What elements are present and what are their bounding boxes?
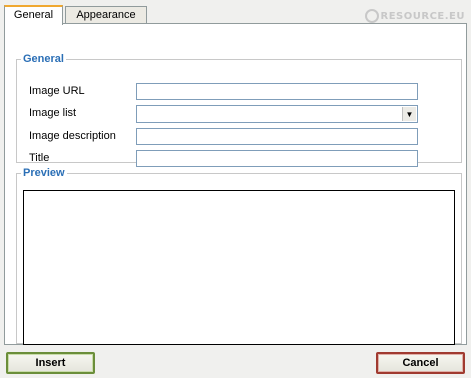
preview-legend: Preview (23, 167, 65, 179)
chevron-down-icon[interactable]: ▼ (402, 107, 416, 121)
brand-mark-icon (364, 9, 379, 23)
title-row: Title (29, 150, 449, 168)
title-input[interactable] (136, 150, 418, 167)
tab-appearance[interactable]: Appearance (65, 6, 147, 24)
image-url-input[interactable] (136, 83, 418, 100)
image-list-row: Image list ▼ (29, 105, 449, 123)
title-label: Title (29, 152, 50, 164)
image-description-row: Image description (29, 128, 449, 146)
image-url-row: Image URL (29, 83, 449, 101)
image-description-input[interactable] (136, 128, 418, 145)
preview-fieldset: Preview (16, 167, 462, 345)
general-fieldset: General Image URL Image list ▼ Image des… (16, 53, 462, 167)
brand-logo: RESOURCE.EU (364, 9, 465, 23)
general-legend: General (23, 53, 64, 65)
preview-area (23, 190, 455, 345)
cancel-button[interactable]: Cancel (376, 352, 465, 374)
image-description-label: Image description (29, 130, 116, 142)
insert-button[interactable]: Insert (6, 352, 95, 374)
brand-text: RESOURCE.EU (380, 10, 465, 22)
tab-general[interactable]: General (4, 5, 63, 25)
image-list-select[interactable]: ▼ (136, 105, 418, 123)
tab-panel-general: General Image URL Image list ▼ Image des… (4, 23, 467, 345)
image-list-label: Image list (29, 107, 77, 119)
image-url-label: Image URL (29, 85, 85, 97)
